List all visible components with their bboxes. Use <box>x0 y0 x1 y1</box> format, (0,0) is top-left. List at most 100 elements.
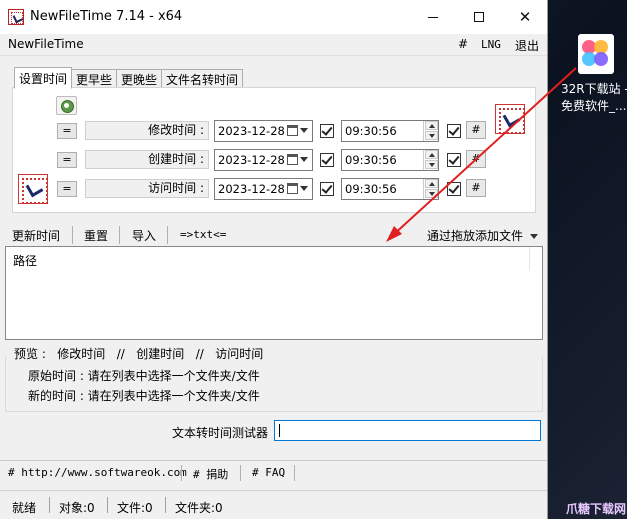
chevron-down-icon[interactable] <box>300 186 308 191</box>
date-value: 2023-12-28 <box>218 153 285 167</box>
row-created-time: = 创建时间 : 2023-12-28 09:30:56 # <box>0 149 547 171</box>
status-folders: 文件夹:0 <box>175 501 223 515</box>
date-picker[interactable]: 2023-12-28 <box>214 178 313 200</box>
date-picker[interactable]: 2023-12-28 <box>214 120 313 142</box>
tab-earlier[interactable]: 更早些 <box>71 69 118 88</box>
time-spinner[interactable] <box>423 150 438 170</box>
column-header-path[interactable]: 路径 <box>13 252 37 269</box>
status-bar: 就绪 对象:0 文件:0 文件夹:0 <box>0 490 547 519</box>
menu-hash[interactable]: # <box>458 37 468 51</box>
app-icon <box>8 9 24 25</box>
status-ready: 就绪 <box>12 501 37 515</box>
spin-up-icon[interactable] <box>425 121 438 130</box>
toolbar-divider <box>167 226 168 244</box>
row-modified-time: = 修改时间 : 2023-12-28 09:30:56 # <box>0 120 547 142</box>
equal-button[interactable]: = <box>57 123 77 139</box>
tab-set-time[interactable]: 设置时间 <box>14 67 73 89</box>
drag-add-dropdown[interactable]: 通过拖放添加文件 <box>427 227 523 244</box>
date-value: 2023-12-28 <box>218 182 285 196</box>
text-caret <box>279 424 280 437</box>
link-divider <box>240 465 241 481</box>
spin-down-icon[interactable] <box>425 189 438 198</box>
time-label: 访问时间 : <box>85 179 209 198</box>
menu-language[interactable]: LNG <box>481 38 501 51</box>
time-label: 修改时间 : <box>85 121 209 140</box>
spin-down-icon[interactable] <box>425 160 438 169</box>
reset-time-icon[interactable] <box>56 96 77 115</box>
time-value: 09:30:56 <box>345 124 397 138</box>
close-icon: ✕ <box>518 8 532 26</box>
close-button[interactable]: ✕ <box>502 0 547 34</box>
tab-filename-to-time[interactable]: 文件名转时间 <box>161 69 244 88</box>
window-title: NewFileTime 7.14 - x64 <box>30 9 183 24</box>
date-picker[interactable]: 2023-12-28 <box>214 149 313 171</box>
import-button[interactable]: 导入 <box>132 227 156 244</box>
preview-new-time: 新的时间 : 请在列表中选择一个文件夹/文件 <box>28 389 260 403</box>
tab-later[interactable]: 更晚些 <box>116 69 163 88</box>
spin-down-icon[interactable] <box>425 131 438 140</box>
desktop-shortcut-label[interactable]: 32R下载站 - <box>561 80 627 97</box>
status-divider <box>49 497 50 513</box>
time-spinner[interactable] <box>423 179 438 199</box>
calendar-icon[interactable] <box>287 183 298 194</box>
footer-divider <box>0 460 547 461</box>
export-txt-button[interactable]: =>txt<= <box>180 228 226 241</box>
file-list[interactable]: 路径 <box>5 246 543 340</box>
hash-button[interactable]: # <box>466 150 486 168</box>
website-link[interactable]: # http://www.softwareok.com <box>8 466 187 479</box>
link-divider <box>294 465 295 481</box>
desktop-shortcut-label[interactable]: 免费软件_... <box>561 97 626 114</box>
desktop-shortcut-icon[interactable] <box>578 34 614 74</box>
text-to-time-input[interactable] <box>274 420 541 441</box>
app-window: NewFileTime 7.14 - x64 ✕ NewFileTime # L… <box>0 0 548 519</box>
tab-strip: 设置时间 更早些 更晚些 文件名转时间 <box>14 67 244 89</box>
minimize-icon <box>428 16 438 18</box>
equal-button[interactable]: = <box>57 181 77 197</box>
time-value: 09:30:56 <box>345 153 397 167</box>
icon-petal <box>594 52 608 66</box>
menu-app-name[interactable]: NewFileTime <box>8 37 84 51</box>
title-bar[interactable]: NewFileTime 7.14 - x64 ✕ <box>0 0 547 34</box>
time-checkbox[interactable] <box>447 124 461 138</box>
menu-exit[interactable]: 退出 <box>515 37 539 54</box>
chevron-down-icon[interactable] <box>530 234 538 239</box>
preview-original-time: 原始时间 : 请在列表中选择一个文件夹/文件 <box>28 369 260 383</box>
time-value: 09:30:56 <box>345 182 397 196</box>
update-time-button[interactable]: 更新时间 <box>12 227 60 244</box>
calendar-icon[interactable] <box>287 125 298 136</box>
link-divider <box>181 465 182 481</box>
spin-up-icon[interactable] <box>425 179 438 188</box>
status-files: 文件:0 <box>117 501 153 515</box>
action-toolbar: 更新时间 重置 导入 =>txt<= 通过拖放添加文件 <box>0 224 547 246</box>
maximize-button[interactable] <box>456 0 502 34</box>
toolbar-divider <box>119 226 120 244</box>
hash-button[interactable]: # <box>466 179 486 197</box>
chevron-down-icon[interactable] <box>300 157 308 162</box>
toolbar-divider <box>72 226 73 244</box>
donate-link[interactable]: # 捐助 <box>193 466 228 482</box>
date-value: 2023-12-28 <box>218 124 285 138</box>
footer-links: # http://www.softwareok.com # 捐助 # FAQ <box>0 463 547 483</box>
watermark-text: 爪糖下载网 <box>566 502 627 516</box>
spin-up-icon[interactable] <box>425 150 438 159</box>
date-checkbox[interactable] <box>320 182 334 196</box>
status-objects: 对象:0 <box>59 501 95 515</box>
equal-button[interactable]: = <box>57 152 77 168</box>
preview-title: 预览 : 修改时间 // 创建时间 // 访问时间 <box>14 347 264 361</box>
faq-link[interactable]: # FAQ <box>252 466 285 479</box>
minimize-button[interactable] <box>410 0 456 34</box>
calendar-icon[interactable] <box>287 154 298 165</box>
time-spinner[interactable] <box>423 121 438 141</box>
date-checkbox[interactable] <box>320 153 334 167</box>
maximize-icon <box>474 12 484 22</box>
hash-button[interactable]: # <box>466 121 486 139</box>
menu-bar: NewFileTime # LNG 退出 <box>0 34 547 56</box>
column-divider[interactable] <box>529 247 530 271</box>
time-checkbox[interactable] <box>447 153 461 167</box>
time-label: 创建时间 : <box>85 150 209 169</box>
reset-button[interactable]: 重置 <box>84 227 108 244</box>
status-divider <box>107 497 108 513</box>
date-checkbox[interactable] <box>320 124 334 138</box>
chevron-down-icon[interactable] <box>300 128 308 133</box>
time-checkbox[interactable] <box>447 182 461 196</box>
